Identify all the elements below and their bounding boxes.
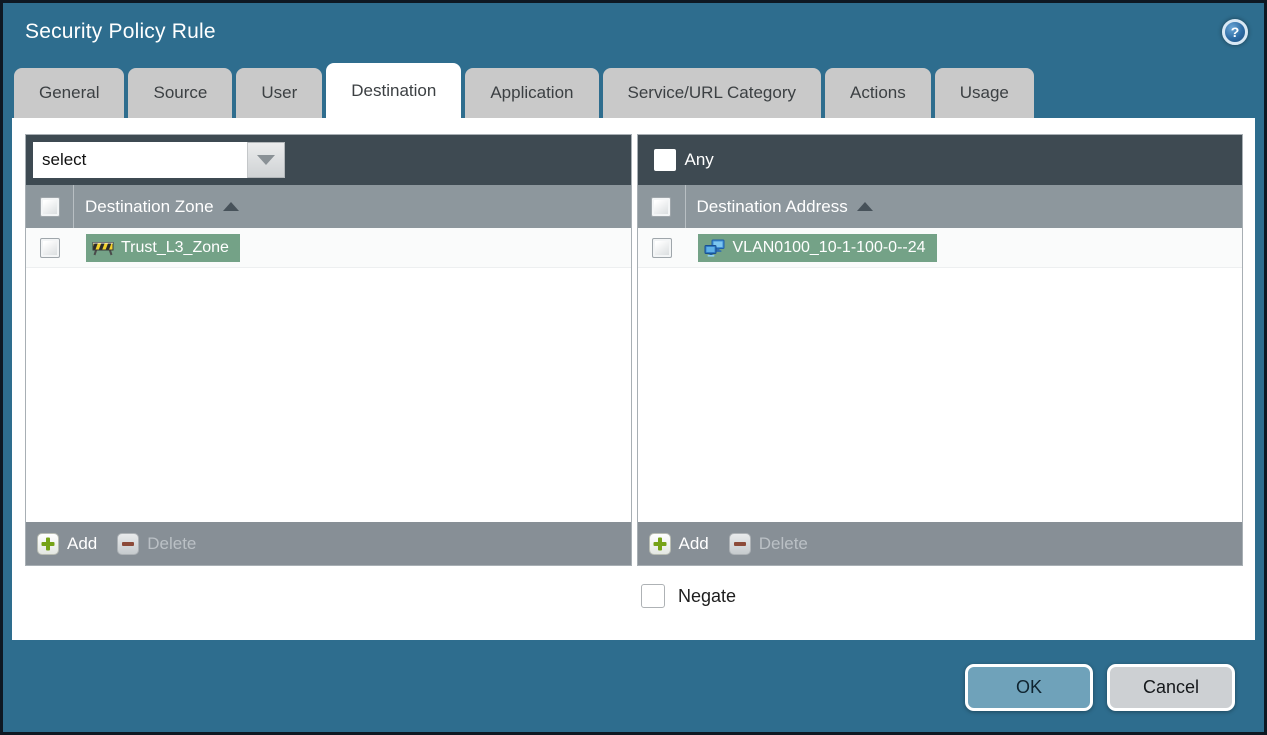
- sort-ascending-icon: [856, 202, 873, 211]
- tab-bar: General Source User Destination Applicat…: [3, 61, 1264, 118]
- help-glyph: ?: [1230, 24, 1240, 40]
- tab-usage[interactable]: Usage: [934, 68, 1034, 118]
- zone-add-label: Add: [67, 533, 98, 553]
- cancel-button[interactable]: Cancel: [1107, 664, 1235, 711]
- security-policy-rule-dialog: Security Policy Rule ? General Source Us…: [0, 0, 1267, 735]
- address-delete-button[interactable]: Delete: [728, 532, 808, 555]
- negate-label: Negate: [678, 585, 737, 606]
- zone-chip[interactable]: Trust_L3_Zone: [86, 233, 240, 262]
- destination-address-panel: Any Destination Address VLAN0100_10-1-10…: [636, 134, 1243, 566]
- zone-column-header-row: Destination Zone: [26, 185, 631, 228]
- delete-icon: [728, 532, 751, 555]
- tab-service-url-category[interactable]: Service/URL Category: [602, 68, 821, 118]
- tab-application[interactable]: Application: [465, 68, 599, 118]
- zone-delete-label: Delete: [147, 533, 197, 553]
- zone-column-header[interactable]: Destination Zone: [74, 197, 214, 217]
- address-chip[interactable]: VLAN0100_10-1-100-0--24: [697, 233, 937, 262]
- address-add-label: Add: [678, 533, 709, 553]
- row-checkbox[interactable]: [40, 237, 60, 258]
- any-checkbox[interactable]: [653, 149, 676, 171]
- address-column-header-row: Destination Address: [637, 185, 1242, 228]
- address-list: VLAN0100_10-1-100-0--24: [637, 228, 1242, 522]
- page-title: Security Policy Rule: [25, 20, 216, 43]
- address-chip-label: VLAN0100_10-1-100-0--24: [732, 238, 926, 256]
- table-row[interactable]: VLAN0100_10-1-100-0--24: [637, 228, 1242, 268]
- zone-list: Trust_L3_Zone: [26, 228, 631, 522]
- tab-user[interactable]: User: [236, 68, 323, 118]
- tab-content-destination: Destination Zone: [12, 118, 1255, 640]
- delete-icon: [117, 532, 140, 555]
- add-icon: [648, 532, 671, 555]
- address-icon: [704, 239, 724, 257]
- zone-select-input[interactable]: [33, 142, 247, 178]
- sort-ascending-icon: [222, 202, 239, 211]
- zone-add-button[interactable]: Add: [37, 532, 98, 555]
- address-column-header[interactable]: Destination Address: [686, 197, 848, 217]
- negate-row: Negate: [641, 584, 1243, 608]
- address-panel-toolbar: Add Delete: [637, 522, 1242, 565]
- zone-delete-button[interactable]: Delete: [117, 532, 197, 555]
- tab-general[interactable]: General: [14, 68, 125, 118]
- zone-select-dropdown-button[interactable]: [247, 142, 285, 178]
- dialog-titlebar: Security Policy Rule ?: [3, 3, 1264, 61]
- zone-icon: [92, 241, 114, 255]
- any-label: Any: [684, 150, 714, 169]
- address-panel-topbar: Any: [637, 135, 1242, 185]
- zone-select-combo: [33, 142, 285, 178]
- zone-select-all-checkbox[interactable]: [39, 196, 60, 217]
- add-icon: [37, 532, 59, 555]
- negate-checkbox[interactable]: [641, 584, 665, 608]
- tab-actions[interactable]: Actions: [825, 68, 931, 118]
- tab-destination[interactable]: Destination: [326, 63, 462, 118]
- address-select-all-checkbox[interactable]: [651, 196, 671, 217]
- zone-panel-topbar: [26, 135, 631, 185]
- zone-panel-toolbar: Add Delete: [26, 522, 631, 565]
- address-add-button[interactable]: Add: [648, 532, 709, 555]
- chevron-down-icon: [257, 155, 275, 165]
- help-icon[interactable]: ?: [1222, 19, 1248, 45]
- zone-chip-label: Trust_L3_Zone: [121, 238, 229, 256]
- address-delete-label: Delete: [758, 533, 808, 553]
- dialog-footer: OK Cancel: [3, 640, 1264, 732]
- destination-zone-panel: Destination Zone: [25, 134, 632, 566]
- table-row[interactable]: Trust_L3_Zone: [26, 228, 631, 268]
- row-checkbox[interactable]: [651, 237, 672, 258]
- ok-button[interactable]: OK: [965, 664, 1093, 711]
- tab-source[interactable]: Source: [128, 68, 233, 118]
